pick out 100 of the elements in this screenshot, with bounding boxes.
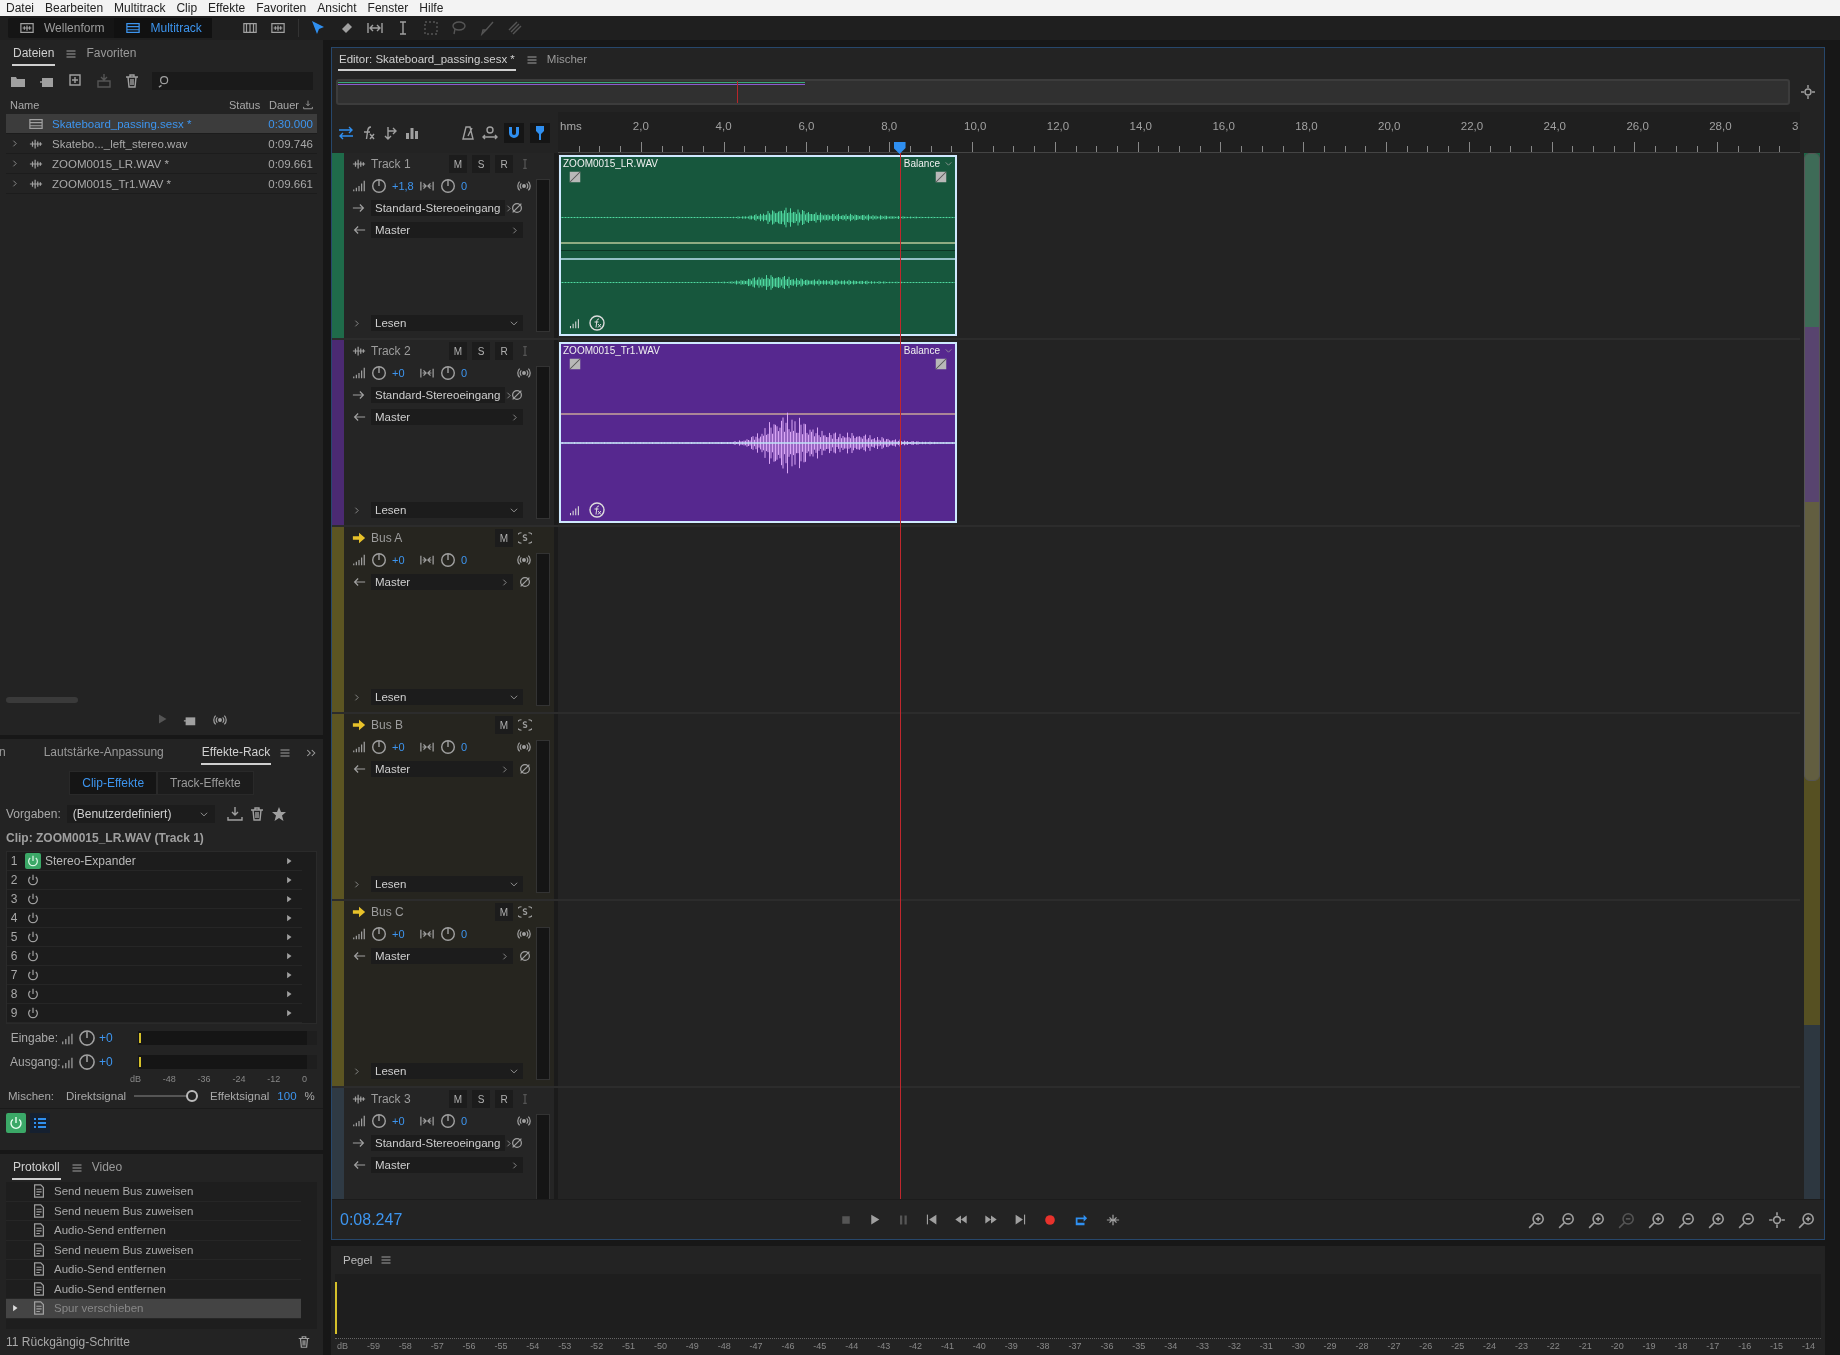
stereo-icon[interactable] xyxy=(516,179,532,193)
menu-item[interactable]: Ansicht xyxy=(317,1,357,15)
rewind-icon[interactable] xyxy=(954,1213,968,1226)
file-row[interactable]: ZOOM0015_LR.WAV * 0:09.661 xyxy=(6,154,317,174)
expand-icon[interactable] xyxy=(352,692,361,702)
output-dropdown[interactable]: Master xyxy=(371,222,523,238)
expand-icon[interactable] xyxy=(10,139,19,148)
playhead-handle[interactable] xyxy=(893,142,906,154)
time-ruler[interactable]: hms 2,0 4,0 6,0 8,0 10,0 12,0 14,0 16,0 18,0 20,0 22,0 24,0 26,0 28,0 3 xyxy=(558,112,1800,153)
knob-icon[interactable] xyxy=(371,926,387,942)
expand-icon[interactable] xyxy=(10,179,19,188)
audio-clip[interactable]: ZOOM0015_LR.WAV Balance xyxy=(559,155,957,336)
swap-icon[interactable] xyxy=(338,124,354,141)
download-icon[interactable] xyxy=(226,806,243,822)
zoom-out-icon[interactable] xyxy=(1558,1210,1576,1229)
effect-slot[interactable]: 7 xyxy=(7,966,302,985)
magnet-icon[interactable] xyxy=(506,124,522,141)
history-item[interactable]: Audio-Send entfernen xyxy=(6,1221,301,1241)
phase-icon[interactable] xyxy=(518,762,532,776)
menu-item[interactable]: Multitrack xyxy=(114,1,166,15)
panel-tab[interactable]: Protokoll xyxy=(12,1156,61,1180)
power-icon[interactable] xyxy=(26,987,40,1001)
volume-value[interactable]: +0 xyxy=(392,741,414,753)
pan-value[interactable]: 0 xyxy=(461,741,483,753)
panel-tab[interactable]: Mischer xyxy=(545,49,589,71)
solo-safe-icon[interactable] xyxy=(518,905,532,919)
panel-tab[interactable]: Effekte-Rack xyxy=(200,741,272,765)
track-header[interactable]: Bus B M +0 0 Master Lesen xyxy=(332,714,558,899)
track-toggle[interactable]: R xyxy=(495,342,513,360)
track-header[interactable]: Bus A M +0 0 Master Lesen xyxy=(332,527,558,712)
expand-icon[interactable] xyxy=(10,159,19,168)
audio-clip[interactable]: ZOOM0015_Tr1.WAV Balance xyxy=(559,342,957,523)
history-item[interactable]: Send neuem Bus zuweisen xyxy=(6,1182,301,1202)
expand-icon[interactable] xyxy=(352,1066,361,1076)
stereo-icon[interactable] xyxy=(516,553,532,567)
panel-tab[interactable]: Dateien xyxy=(12,42,56,66)
automation-dropdown[interactable]: Lesen xyxy=(371,1063,523,1079)
power-icon[interactable] xyxy=(26,911,40,925)
knob-icon[interactable] xyxy=(440,178,456,194)
knob-icon[interactable] xyxy=(440,552,456,568)
menu-icon[interactable] xyxy=(525,54,538,66)
knob-icon[interactable] xyxy=(371,178,387,194)
overview-bar[interactable] xyxy=(336,79,1790,105)
panel-tab[interactable]: Favoriten xyxy=(85,42,138,66)
zoom-icon[interactable] xyxy=(1800,84,1816,100)
zoom-in-icon[interactable] xyxy=(1648,1210,1666,1229)
effect-slot[interactable]: 2 xyxy=(7,871,302,890)
knob-icon[interactable] xyxy=(78,1052,96,1071)
column-header[interactable]: Dauer xyxy=(269,99,299,111)
solo-safe-icon[interactable] xyxy=(518,718,532,732)
expand-icon[interactable] xyxy=(352,879,361,889)
power-icon[interactable] xyxy=(26,930,40,944)
knob-icon[interactable] xyxy=(78,1028,96,1047)
knob-icon[interactable] xyxy=(371,739,387,755)
output-dropdown[interactable]: Master xyxy=(371,761,513,777)
phase-icon[interactable] xyxy=(510,201,524,215)
panel-tab[interactable]: Video xyxy=(90,1156,124,1180)
gain-value[interactable]: +0 xyxy=(99,1054,135,1069)
zoom-out-icon[interactable] xyxy=(1678,1210,1696,1229)
power-icon[interactable] xyxy=(26,873,40,887)
menu-icon[interactable] xyxy=(65,48,78,60)
expand-icon[interactable] xyxy=(352,505,361,515)
envelope-dropdown[interactable]: Balance xyxy=(903,157,953,169)
stretch-icon[interactable] xyxy=(482,124,498,141)
track-toggle[interactable]: R xyxy=(495,1090,513,1108)
automation-dropdown[interactable]: Lesen xyxy=(371,315,523,331)
file-row[interactable]: Skatebo..._left_stereo.wav 0:09.746 xyxy=(6,134,317,154)
segment-tab[interactable]: Track-Effekte xyxy=(157,771,254,795)
track-toggle[interactable]: M xyxy=(495,716,513,734)
skip-to-end-icon[interactable] xyxy=(1014,1213,1027,1226)
zoom-reset-icon[interactable] xyxy=(1768,1210,1786,1229)
history-item[interactable]: Send neuem Bus zuweisen xyxy=(6,1201,301,1221)
pan-value[interactable]: 0 xyxy=(461,554,483,566)
effect-slot[interactable]: 5 xyxy=(7,928,302,947)
output-dropdown[interactable]: Master xyxy=(371,1157,523,1173)
automation-dropdown[interactable]: Lesen xyxy=(371,502,523,518)
track-header[interactable]: Track 2 M S R +0 0 Standard-Stereoeingang Master Lesen xyxy=(332,340,558,525)
track-name[interactable]: Track 3 xyxy=(371,1092,411,1106)
power-icon[interactable] xyxy=(26,892,40,906)
expand-icon[interactable] xyxy=(352,318,361,328)
knob-icon[interactable] xyxy=(371,365,387,381)
record-icon[interactable] xyxy=(1043,1212,1057,1227)
column-header[interactable]: Name xyxy=(10,99,225,111)
zoom-out-icon[interactable] xyxy=(1738,1210,1756,1229)
workspace-tab[interactable]: Wellenform xyxy=(8,18,115,38)
output-dropdown[interactable]: Master xyxy=(371,948,513,964)
clip-gain-icon[interactable] xyxy=(569,504,581,516)
track-toggle[interactable]: M xyxy=(449,155,467,173)
fast-forward-icon[interactable] xyxy=(984,1213,998,1226)
file-row[interactable]: ZOOM0015_Tr1.WAV * 0:09.661 xyxy=(6,174,317,194)
effect-slot[interactable]: 3 xyxy=(7,890,302,909)
zoom-in-icon[interactable] xyxy=(1798,1210,1816,1229)
volume-value[interactable]: +0 xyxy=(392,928,414,940)
menu-item[interactable]: Fenster xyxy=(367,1,409,15)
track-toggle[interactable]: M xyxy=(495,529,513,547)
new-file-icon[interactable] xyxy=(68,73,84,89)
effect-slot[interactable]: 6 xyxy=(7,947,302,966)
effect-slot[interactable]: 1 Stereo-Expander xyxy=(7,852,302,871)
menu-item[interactable]: Hilfe xyxy=(419,1,444,15)
track-name[interactable]: Bus B xyxy=(371,718,403,732)
